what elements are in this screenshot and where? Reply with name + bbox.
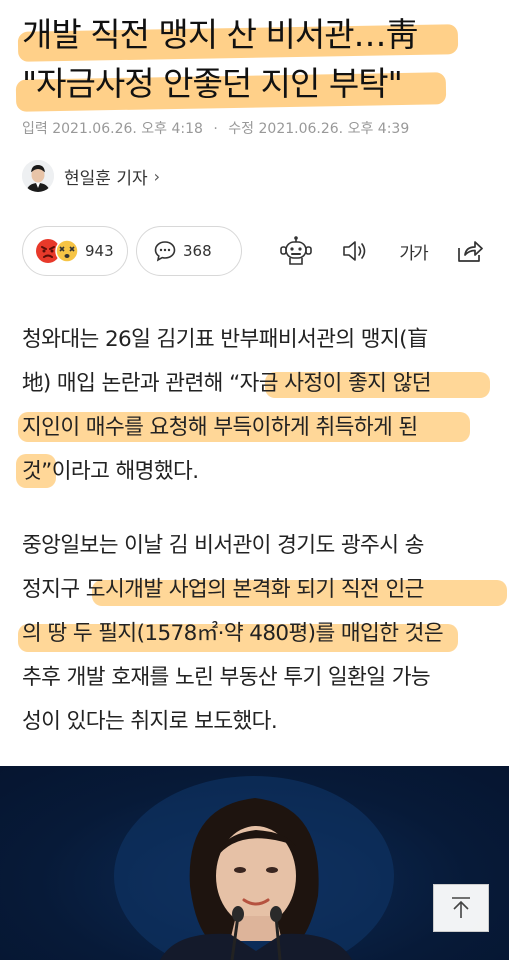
arrow-up-icon <box>452 897 470 918</box>
modified-label: 수정 <box>228 121 255 137</box>
font-size-label: 가가 <box>399 243 428 264</box>
font-size-button[interactable]: 가가 <box>395 236 431 266</box>
modified-time: 2021.06.26. 오후 4:39 <box>258 121 410 137</box>
article-meta: 입력 2021.06.26. 오후 4:18 · 수정 2021.06.26. … <box>22 118 409 138</box>
headline-line-2: "자금사정 안좋던 지인 부탁" <box>22 64 403 103</box>
reporter-avatar <box>22 160 54 192</box>
input-label: 입력 <box>22 121 48 137</box>
comment-button[interactable]: 368 <box>136 226 242 276</box>
article-line: 중앙일보는 이날 김 비서관이 경기도 광주시 송 <box>22 533 424 558</box>
reporter-link[interactable]: 현일훈 기자 › <box>22 158 160 194</box>
listen-button[interactable] <box>340 236 370 266</box>
article-line: 것”이라고 해명했다. <box>22 459 199 484</box>
reaction-count: 943 <box>85 242 114 260</box>
article-line: 의 땅 두 필지(1578㎡·약 480평)를 매입한 것은 <box>22 621 444 646</box>
summary-bot-button[interactable] <box>278 236 314 266</box>
robot-icon <box>280 236 312 265</box>
article-line: 추후 개발 호재를 노린 부동산 투기 일환일 가능 <box>22 665 431 690</box>
dizzy-emoji-icon <box>55 239 79 263</box>
article-paragraph: 중앙일보는 이날 김 비서관이 경기도 광주시 송 정지구 도시개발 사업의 본… <box>18 524 507 744</box>
article-line: 地) 매입 논란과 관련해 “자금 사정이 좋지 않던 <box>22 371 432 396</box>
article-headline: 개발 직전 맹지 산 비서관…靑 "자금사정 안좋던 지인 부탁" <box>15 10 492 112</box>
share-button[interactable] <box>455 236 485 266</box>
input-time: 2021.06.26. 오후 4:18 <box>52 121 203 137</box>
comment-count: 368 <box>183 242 212 260</box>
article-paragraph: 청와대는 26일 김기표 반부패비서관의 맹지(盲 地) 매입 논란과 관련해 … <box>16 318 492 494</box>
comment-icon <box>154 241 176 262</box>
article-line: 지인이 매수를 요청해 부득이하게 취득하게 된 <box>22 415 418 440</box>
article-action-bar: 943 368 가가 <box>22 226 492 276</box>
article-line: 성이 있다는 취지로 보도했다. <box>22 709 278 734</box>
chevron-right-icon: › <box>153 166 161 186</box>
article-line: 청와대는 26일 김기표 반부패비서관의 맹지(盲 <box>22 327 428 352</box>
article-line: 정지구 도시개발 사업의 본격화 되기 직전 인근 <box>22 577 424 602</box>
headline-line-1: 개발 직전 맹지 산 비서관…靑 <box>22 15 419 54</box>
scroll-to-top-button[interactable] <box>433 884 489 932</box>
meta-separator: · <box>213 121 218 137</box>
article-body: 청와대는 26일 김기표 반부패비서관의 맹지(盲 地) 매입 논란과 관련해 … <box>16 318 507 774</box>
share-icon <box>458 241 483 262</box>
reporter-name: 현일훈 기자 <box>64 168 148 189</box>
speaker-icon <box>343 241 366 261</box>
reaction-button[interactable]: 943 <box>22 226 128 276</box>
